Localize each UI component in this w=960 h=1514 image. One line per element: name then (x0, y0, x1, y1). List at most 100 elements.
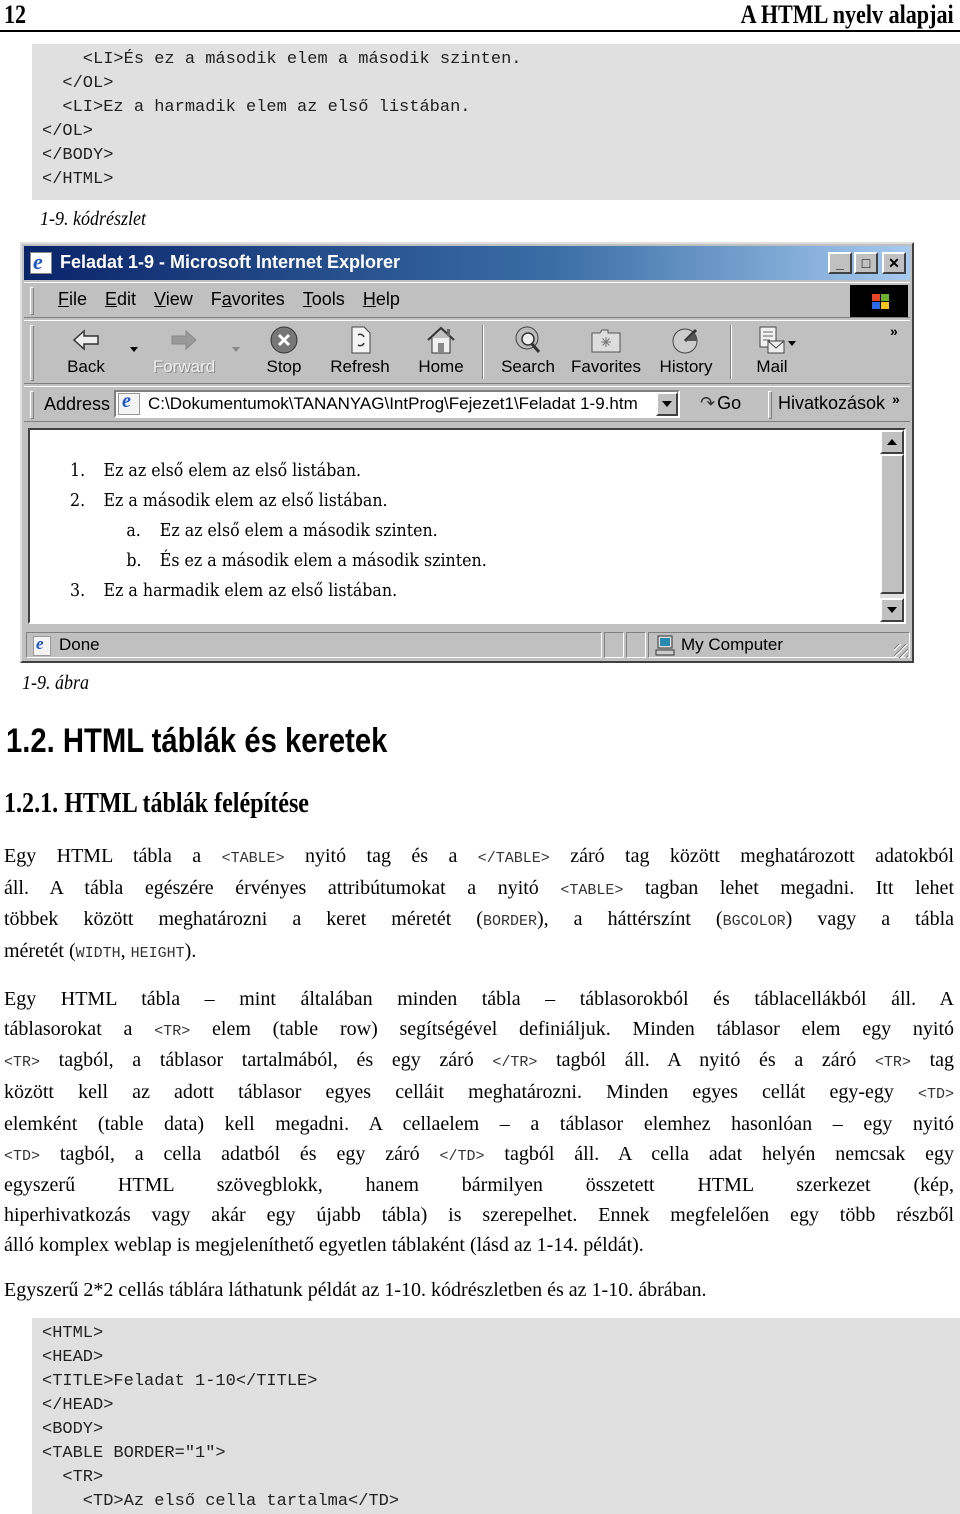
toolbar-more-chevron-icon[interactable]: » (890, 323, 898, 339)
back-dropdown-icon[interactable] (130, 347, 138, 352)
toolbar-separator (730, 325, 732, 379)
minimize-icon: _ (836, 255, 844, 271)
text-line: táblasorokat a <TR> elem (table row) seg… (4, 1017, 954, 1040)
text-line: Egy HTML tábla a <TABLE> nyitó tag és a … (4, 845, 954, 867)
paragraph-3: Egyszerű 2*2 cellás táblára láthatunk pé… (4, 1276, 954, 1306)
title-bar[interactable]: Feladat 1-9 - Microsoft Internet Explore… (24, 246, 910, 280)
code-line: <TABLE BORDER="1"> (42, 1444, 226, 1463)
code-line: <HTML> (42, 1324, 104, 1343)
ie-logo-icon (30, 249, 52, 275)
page-header: 12 A HTML nyelv alapjai (0, 0, 960, 32)
go-button[interactable]: ↷ Go (700, 393, 741, 414)
refresh-icon (344, 325, 376, 355)
close-icon: ✕ (888, 255, 900, 271)
scroll-down-button[interactable] (880, 598, 904, 622)
paragraph-2: Egy HTML tábla – mint általában minden t… (4, 985, 954, 1260)
stop-button[interactable]: Stop (262, 325, 306, 381)
forward-dropdown-icon[interactable] (232, 347, 240, 352)
scroll-up-button[interactable] (880, 430, 904, 454)
text-line: többek között meghatározni a keret méret… (4, 908, 955, 931)
page-viewport: 1. Ez az első elem az első listában. 2. Ez… (28, 428, 906, 624)
list-item: a. Ez az első elem a második szinten. (126, 520, 438, 541)
text-line: áll. A tábla egészére érvényes attribútu… (4, 876, 954, 899)
page-number: 12 (4, 0, 27, 29)
home-icon (425, 325, 457, 355)
minimize-button[interactable]: _ (828, 252, 852, 274)
code-line: <TR> (42, 1468, 104, 1487)
search-button[interactable]: Search (500, 325, 556, 381)
address-bar: Address C:\Dokumentumok\TANANYAG\IntProg… (24, 386, 910, 422)
code-line: <BODY> (42, 1420, 104, 1439)
maximize-button[interactable]: □ (854, 252, 878, 274)
menu-grip[interactable] (30, 287, 34, 315)
address-grip[interactable] (30, 391, 34, 419)
code-line: <HEAD> (42, 1348, 104, 1367)
close-button[interactable]: ✕ (882, 252, 906, 274)
code-line: <TITLE>Feladat 1-10</TITLE> (42, 1372, 318, 1391)
links-more-chevron-icon[interactable]: » (892, 391, 900, 407)
forward-arrow-icon (168, 325, 200, 355)
scroll-thumb[interactable] (880, 454, 904, 594)
address-dropdown-button[interactable] (656, 392, 678, 416)
code-line: </HTML> (42, 170, 114, 189)
history-button[interactable]: History (658, 325, 714, 381)
text-line: elemként (table data) kell megadni. A ce… (4, 1112, 954, 1135)
menu-favorites[interactable]: Favorites (211, 289, 285, 310)
toolbar-grip[interactable] (30, 325, 34, 381)
back-button[interactable]: Back (64, 325, 108, 381)
code-caption: 1-9. kódrészlet (40, 208, 146, 230)
code-line: <LI>Ez a harmadik elem az első listában. (42, 98, 471, 117)
window-title: Feladat 1-9 - Microsoft Internet Explore… (60, 252, 401, 272)
favorites-button[interactable]: Favorites (570, 325, 642, 381)
go-arrow-icon: ↷ (700, 393, 716, 413)
forward-button[interactable]: Forward (152, 325, 216, 381)
vertical-scrollbar[interactable] (880, 430, 904, 622)
text-line: <TD> tagból, a cella adatból és egy záró… (4, 1142, 954, 1165)
code-line: </BODY> (42, 146, 114, 165)
code-line: </OL> (42, 122, 94, 141)
text-line: hiperhivatkozás vagy akár egy újabb tábl… (4, 1203, 954, 1226)
text-line: <TR> tagból, a táblasor tartalmából, és … (4, 1049, 955, 1072)
links-button[interactable]: Hivatkozások (778, 393, 885, 414)
status-panel-zone: My Computer (648, 632, 910, 658)
resize-grip[interactable] (894, 644, 908, 658)
menu-help[interactable]: Help (363, 289, 400, 310)
refresh-button[interactable]: Refresh (330, 325, 390, 381)
text-line: Egyszerű 2*2 cellás táblára láthatunk pé… (4, 1279, 707, 1301)
menu-tools[interactable]: Tools (303, 289, 345, 310)
menu-edit[interactable]: Edit (105, 289, 136, 310)
stop-icon (268, 325, 300, 355)
address-value: C:\Dokumentumok\TANANYAG\IntProg\Fejezet… (148, 394, 638, 413)
home-button[interactable]: Home (416, 325, 466, 381)
code-block-1-9: <LI>És ez a második elem a második szint… (32, 44, 960, 200)
code-line: <TD>Az első cella tartalma</TD> (42, 1492, 400, 1511)
list-item: 1. Ez az első elem az első listában. (70, 460, 362, 481)
address-input[interactable]: C:\Dokumentumok\TANANYAG\IntProg\Fejezet… (114, 390, 680, 418)
mail-dropdown-icon[interactable] (788, 341, 796, 346)
links-grip[interactable] (768, 391, 772, 419)
history-icon (670, 325, 702, 355)
section-heading: 1.2. HTML táblák és keretek (6, 722, 388, 760)
chapter-title: A HTML nyelv alapjai (740, 0, 954, 29)
search-icon (512, 325, 544, 355)
text-line: egyszerű HTML szövegblokk, hanem bármily… (4, 1174, 954, 1197)
list-item: 2. Ez a második elem az első listában. (70, 490, 388, 511)
zone-text: My Computer (681, 635, 784, 654)
favorites-folder-icon (590, 325, 622, 355)
text-line: méretét (WIDTH, HEIGHT). (4, 940, 197, 963)
status-panel-main: Done (26, 632, 602, 658)
mail-icon (756, 325, 788, 355)
mail-button[interactable]: Mail (746, 325, 798, 381)
text-line: álló komplex weblap is megjeleníthető eg… (4, 1233, 644, 1256)
figure-caption: 1-9. ábra (22, 672, 90, 694)
menu-file[interactable]: File (58, 289, 87, 310)
standard-toolbar: Back Forward Stop Refresh Home Search Fa… (24, 320, 910, 384)
page-icon (118, 390, 140, 415)
toolbar-separator (482, 325, 484, 379)
list-item: 3. Ez a harmadik elem az első listában. (70, 580, 398, 601)
status-panel (604, 632, 624, 658)
code-line: </OL> (42, 74, 114, 93)
menu-bar: File Edit View Favorites Tools Help (24, 282, 910, 318)
subsection-heading: 1.2.1. HTML táblák felépítése (4, 788, 310, 819)
menu-view[interactable]: View (154, 289, 193, 310)
